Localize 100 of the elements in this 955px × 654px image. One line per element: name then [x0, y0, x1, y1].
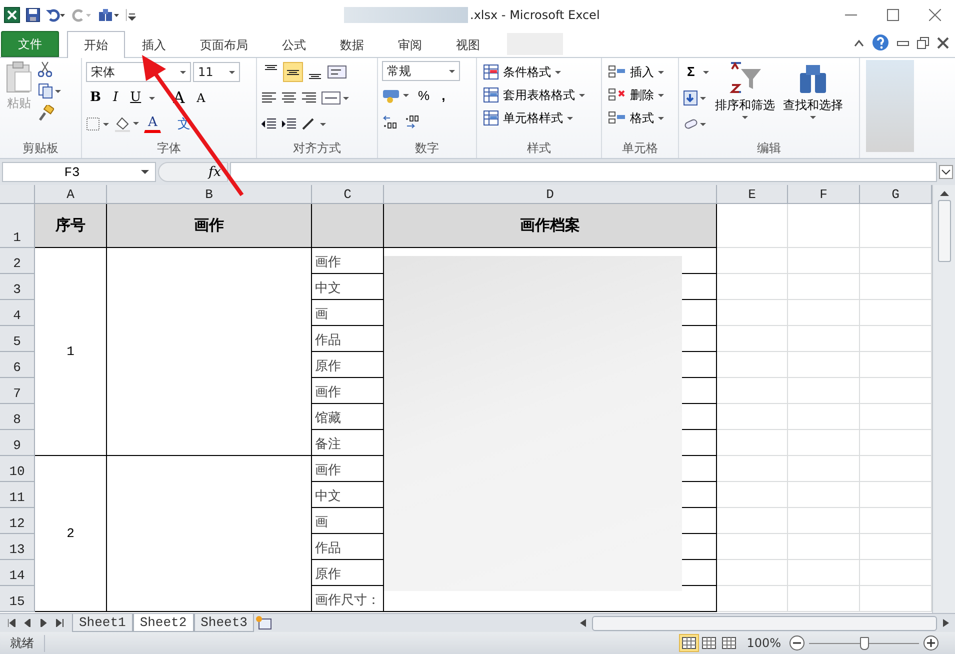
sheet-tab[interactable]: Sheet2 [132, 614, 194, 632]
autosum-button[interactable]: Σ [683, 62, 699, 82]
cells-menu-button[interactable]: 删除 [606, 84, 666, 106]
cells-menu-button[interactable]: 插入 [606, 61, 666, 83]
dropdown-caret-icon[interactable] [229, 70, 235, 74]
collapse-ribbon-icon[interactable] [854, 38, 864, 46]
formula-input[interactable] [230, 162, 937, 182]
close-icon[interactable] [929, 9, 941, 21]
file-tab[interactable]: 文件 [1, 31, 59, 57]
fill-down-icon[interactable] [683, 90, 707, 106]
ribbon-tab[interactable]: 开始 [67, 31, 125, 58]
align-text-icon[interactable] [281, 91, 297, 105]
ribbon-tab[interactable]: 页面布局 [183, 32, 265, 57]
scroll-right-icon[interactable] [943, 619, 949, 627]
dropdown-caret-icon[interactable] [149, 96, 156, 100]
binoculars-icon[interactable] [98, 8, 120, 22]
dropdown-caret-icon[interactable] [141, 170, 149, 174]
font-color-button[interactable]: A [144, 115, 162, 133]
ribbon-tab[interactable]: 视图 [439, 32, 497, 57]
align-text-icon[interactable] [261, 91, 277, 105]
help-icon[interactable] [872, 34, 889, 51]
dropdown-caret-icon[interactable] [702, 70, 709, 74]
sheet-tab[interactable]: Sheet3 [194, 614, 254, 632]
text-orientation-icon[interactable] [301, 117, 327, 131]
borders-icon[interactable] [86, 117, 110, 131]
column-header[interactable]: F [788, 185, 860, 204]
merge-center-icon[interactable] [321, 91, 349, 105]
zoom-out-icon[interactable] [789, 635, 805, 651]
comma-style-button[interactable]: , [438, 86, 450, 106]
ribbon-tab[interactable]: 公式 [265, 32, 323, 57]
next-sheet-icon[interactable] [40, 619, 48, 627]
row-header[interactable]: 2 [0, 248, 35, 274]
increase-indent-icon[interactable] [281, 117, 297, 131]
styles-menu-button[interactable]: 条件格式 [481, 61, 563, 83]
cut-icon[interactable] [38, 61, 52, 77]
expand-formula-bar-icon[interactable] [939, 165, 953, 179]
row-header[interactable]: 3 [0, 274, 35, 300]
maximize-icon[interactable] [887, 9, 899, 21]
row-header[interactable]: 6 [0, 352, 35, 378]
number-format-dropdown[interactable]: 常规 [382, 61, 460, 81]
scrollbar-thumb[interactable] [938, 200, 950, 262]
last-sheet-icon[interactable] [56, 619, 64, 627]
previous-sheet-icon[interactable] [24, 619, 32, 627]
scroll-up-icon[interactable] [940, 191, 948, 196]
align-text-icon[interactable] [301, 91, 317, 105]
dropdown-caret-icon[interactable] [180, 70, 186, 74]
zoom-in-icon[interactable] [923, 635, 939, 651]
underline-button[interactable]: U [126, 88, 146, 108]
row-header[interactable]: 4 [0, 300, 35, 326]
find-select-button[interactable]: 查找和选择 [780, 61, 845, 140]
row-header[interactable]: 8 [0, 404, 35, 430]
save-icon[interactable] [26, 8, 40, 22]
shrink-font-button[interactable]: A [192, 88, 210, 108]
column-header[interactable]: E [717, 185, 788, 204]
customize-menu-icon[interactable] [126, 8, 136, 22]
row-header[interactable]: 10 [0, 456, 35, 482]
ribbon-tab[interactable]: 数据 [323, 32, 381, 57]
first-sheet-icon[interactable] [8, 619, 16, 627]
column-header[interactable]: A [35, 185, 107, 204]
row-header[interactable]: 13 [0, 534, 35, 560]
close-icon[interactable] [937, 36, 949, 48]
name-box[interactable]: F3 [2, 162, 156, 182]
undo-icon[interactable] [46, 8, 66, 22]
row-header[interactable]: 1 [0, 204, 35, 248]
horizontal-scrollbar-thumb[interactable] [592, 616, 937, 630]
ribbon-tab[interactable]: 审阅 [381, 32, 439, 57]
font-size-dropdown[interactable]: 11 [193, 62, 240, 82]
column-header[interactable]: C [312, 185, 384, 204]
row-header[interactable]: 12 [0, 508, 35, 534]
sort-filter-button[interactable]: 排序和筛选 [712, 61, 777, 140]
currency-icon[interactable] [382, 88, 410, 104]
insert-function-button[interactable]: fx [158, 162, 228, 182]
row-header[interactable]: 11 [0, 482, 35, 508]
row-header[interactable]: 5 [0, 326, 35, 352]
scroll-left-icon[interactable] [580, 619, 586, 627]
row-header[interactable]: 7 [0, 378, 35, 404]
sheet-tab[interactable]: Sheet1 [72, 614, 133, 632]
vertical-align-button[interactable] [283, 62, 303, 82]
percent-button[interactable]: % [414, 86, 434, 106]
bold-button[interactable]: B [86, 88, 105, 108]
row-header[interactable]: 15 [0, 586, 35, 612]
format-painter-icon[interactable] [38, 105, 54, 121]
zoom-slider-thumb[interactable] [860, 636, 869, 650]
view-button[interactable] [678, 634, 699, 652]
restore-icon[interactable] [917, 36, 929, 48]
column-header[interactable]: G [860, 185, 932, 204]
decrease-indent-icon[interactable] [261, 117, 277, 131]
minimize-icon[interactable] [897, 38, 909, 46]
italic-button[interactable]: I [109, 88, 122, 108]
styles-menu-button[interactable]: 单元格样式 [481, 107, 575, 129]
fill-color-icon[interactable] [114, 116, 140, 132]
copy-icon[interactable] [38, 83, 62, 99]
dropdown-caret-icon[interactable] [449, 70, 455, 72]
row-header[interactable]: 14 [0, 560, 35, 586]
column-header[interactable]: B [107, 185, 312, 204]
cells-menu-button[interactable]: 格式 [606, 107, 666, 129]
ribbon-tab[interactable]: 插入 [125, 32, 183, 57]
wrap-text-icon[interactable] [327, 65, 347, 79]
insert-worksheet-icon[interactable] [254, 615, 274, 631]
styles-menu-button[interactable]: 套用表格格式 [481, 84, 587, 106]
